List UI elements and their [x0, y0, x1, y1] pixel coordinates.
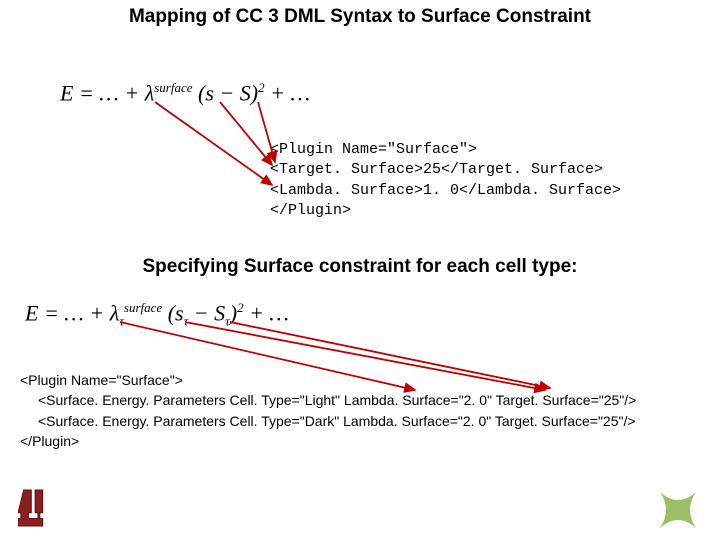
code-line: <Surface. Energy. Parameters Cell. Type=…: [38, 390, 636, 410]
code-line: <Plugin Name="Surface">: [270, 140, 621, 160]
code-line: <Target. Surface>25</Target. Surface>: [270, 160, 621, 180]
iu-logo-icon: [18, 484, 56, 532]
slide-title: Mapping of CC 3 DML Syntax to Surface Co…: [0, 0, 720, 34]
equation-global: E = … + λsurface (s − S)2 + …: [60, 80, 310, 106]
code-block-global: <Plugin Name="Surface"> <Target. Surface…: [270, 140, 621, 221]
code-line: <Surface. Energy. Parameters Cell. Type=…: [38, 411, 636, 431]
code-line: </Plugin>: [20, 431, 636, 451]
slide-subtitle: Specifying Surface constraint for each c…: [0, 250, 720, 284]
code-line: </Plugin>: [270, 201, 621, 221]
equation-per-type: E = … + λτsurface (sτ − Sτ)2 + …: [25, 300, 289, 330]
code-block-per-type: <Plugin Name="Surface"> <Surface. Energy…: [20, 370, 636, 451]
code-line: <Plugin Name="Surface">: [20, 370, 636, 390]
code-line: <Lambda. Surface>1. 0</Lambda. Surface>: [270, 181, 621, 201]
biocomplexity-logo-icon: [654, 488, 702, 532]
